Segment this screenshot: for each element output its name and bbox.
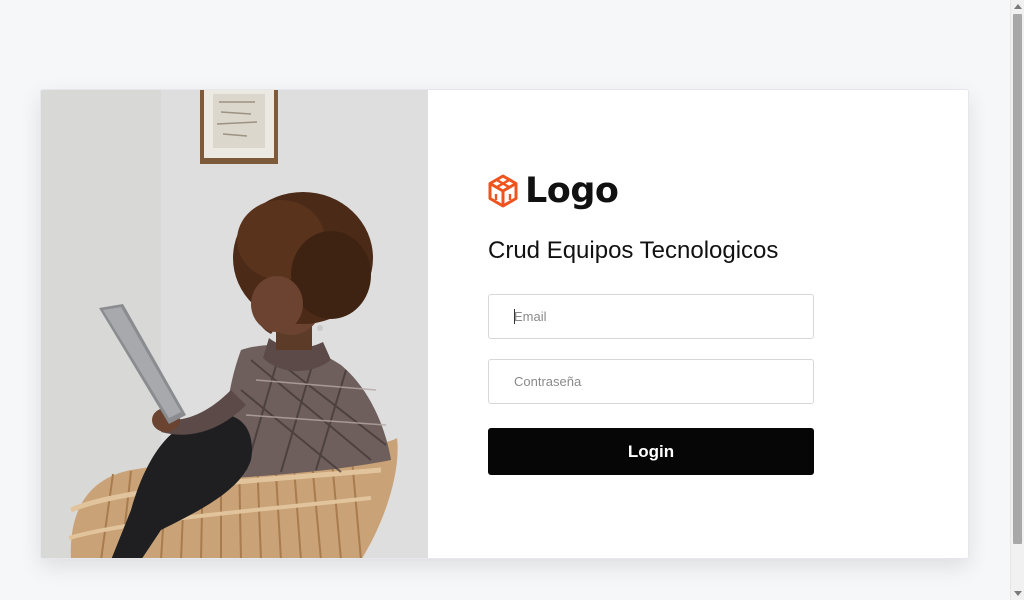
scroll-thumb[interactable] <box>1013 14 1022 544</box>
text-cursor <box>514 309 515 324</box>
cube-icon <box>488 174 518 208</box>
password-input[interactable] <box>488 359 814 404</box>
email-input[interactable] <box>488 294 814 339</box>
logo-text: Logo <box>525 171 619 211</box>
login-form-panel: Logo Crud Equipos Tecnologicos Login <box>428 90 968 558</box>
hero-photo <box>41 90 428 558</box>
scroll-up-icon[interactable] <box>1014 4 1022 9</box>
page-background: Logo Crud Equipos Tecnologicos Login <box>0 0 1010 600</box>
login-card: Logo Crud Equipos Tecnologicos Login <box>40 89 969 559</box>
login-button[interactable]: Login <box>488 428 814 475</box>
vertical-scrollbar[interactable] <box>1010 0 1024 600</box>
woman-reading-tablet-illustration <box>41 90 428 558</box>
page-title: Crud Equipos Tecnologicos <box>488 237 779 264</box>
brand-logo: Logo <box>487 170 619 212</box>
scroll-down-icon[interactable] <box>1014 591 1022 596</box>
